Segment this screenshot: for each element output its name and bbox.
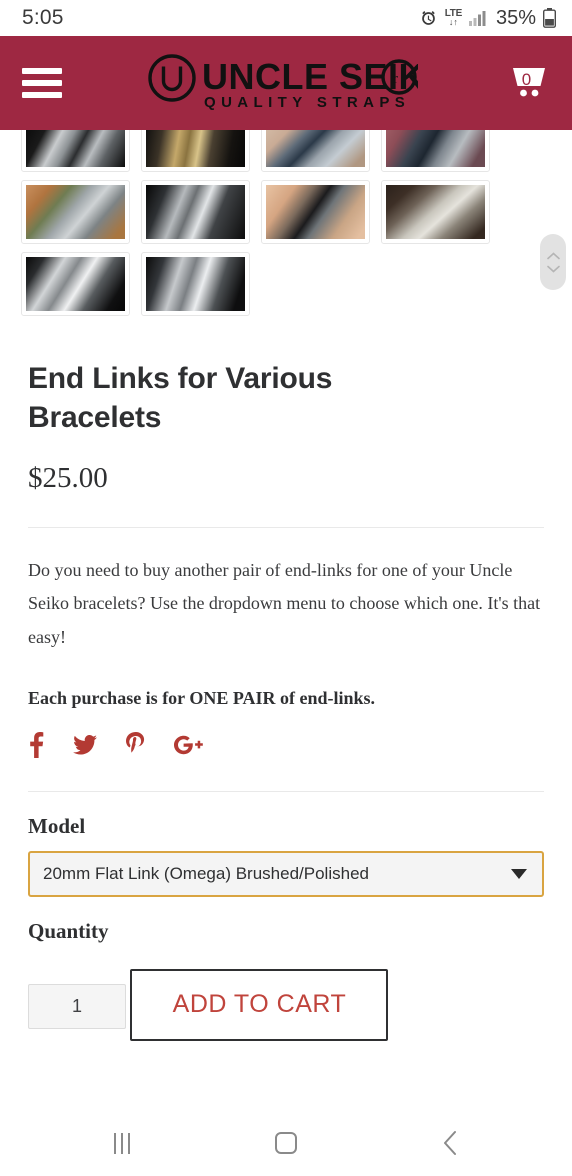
alarm-icon xyxy=(419,9,438,28)
thumbnail-image xyxy=(386,185,485,239)
thumbnail-item[interactable] xyxy=(261,180,370,244)
social-share-row xyxy=(28,731,544,759)
hamburger-bar xyxy=(22,68,62,74)
thumbnail-item[interactable] xyxy=(21,252,130,316)
thumbnail-image xyxy=(26,257,125,311)
quantity-input[interactable] xyxy=(28,984,126,1030)
chevron-down-icon[interactable] xyxy=(546,265,560,273)
site-header: UNCLE SEIK r QUALITY STRAPS 0 xyxy=(0,36,572,130)
back-chevron-icon xyxy=(442,1130,458,1156)
add-to-cart-button[interactable]: ADD TO CART xyxy=(130,968,389,1041)
scroll-widget[interactable] xyxy=(540,234,566,290)
model-select-wrapper: 20mm Flat Link (Omega) Brushed/Polished xyxy=(28,850,544,897)
thumbnail-image xyxy=(26,130,125,167)
divider xyxy=(28,790,544,792)
svg-text:UNCLE SEIK: UNCLE SEIK xyxy=(202,56,418,97)
thumbnail-item[interactable] xyxy=(21,130,130,172)
home-icon xyxy=(275,1132,297,1154)
model-label: Model xyxy=(28,813,86,838)
thumbnail-image xyxy=(146,257,245,311)
product-thumbnail-grid xyxy=(0,130,572,316)
pinterest-icon[interactable] xyxy=(126,732,145,757)
thumbnail-image xyxy=(26,185,125,239)
product-details: End Links for Various Bracelets $25.00 D… xyxy=(0,359,572,1041)
menu-hamburger-icon[interactable] xyxy=(22,68,62,98)
thumbnail-item[interactable] xyxy=(21,180,130,244)
thumbnail-image xyxy=(386,130,485,167)
chevron-up-icon[interactable] xyxy=(546,251,560,260)
thumbnail-image xyxy=(146,130,245,167)
nav-recents-button[interactable] xyxy=(82,1132,162,1154)
nav-home-button[interactable] xyxy=(246,1132,326,1154)
svg-text:r: r xyxy=(393,71,398,87)
twitter-icon[interactable] xyxy=(73,734,97,755)
android-nav-bar xyxy=(0,1110,572,1176)
thumbnail-item[interactable] xyxy=(141,252,250,316)
lte-icon: LTE ↓↑ xyxy=(444,8,463,27)
product-price: $25.00 xyxy=(28,462,108,494)
google-plus-icon[interactable] xyxy=(174,735,204,755)
cart-button[interactable]: 0 xyxy=(502,63,550,104)
recents-icon xyxy=(114,1132,130,1154)
status-indicators: LTE ↓↑ 35% xyxy=(419,7,556,30)
status-time: 5:05 xyxy=(22,6,64,29)
thumbnail-item[interactable] xyxy=(261,130,370,172)
svg-text:QUALITY STRAPS: QUALITY STRAPS xyxy=(204,94,410,111)
thumbnail-item[interactable] xyxy=(381,130,490,172)
battery-percent: 35% xyxy=(495,6,536,29)
thumbnail-item[interactable] xyxy=(141,180,250,244)
model-select[interactable]: 20mm Flat Link (Omega) Brushed/Polished xyxy=(28,850,544,897)
thumbnail-image xyxy=(146,185,245,239)
battery-icon xyxy=(543,8,556,28)
product-title: End Links for Various Bracelets xyxy=(28,362,333,434)
cart-icon xyxy=(508,63,550,104)
page-content: End Links for Various Bracelets $25.00 D… xyxy=(0,130,572,1110)
divider xyxy=(28,527,544,528)
hamburger-bar xyxy=(22,92,62,98)
signal-bars-icon xyxy=(468,10,488,26)
thumbnail-image xyxy=(266,185,365,239)
site-logo[interactable]: UNCLE SEIK r QUALITY STRAPS xyxy=(62,54,502,112)
product-description: Do you need to buy another pair of end-l… xyxy=(28,560,541,647)
nav-back-button[interactable] xyxy=(410,1130,490,1156)
thumbnail-item[interactable] xyxy=(141,130,250,172)
quantity-label: Quantity xyxy=(28,918,109,943)
facebook-icon[interactable] xyxy=(28,731,44,758)
product-note: Each purchase is for ONE PAIR of end-lin… xyxy=(28,687,376,708)
status-bar: 5:05 LTE ↓↑ 35% xyxy=(0,0,572,36)
hamburger-bar xyxy=(22,80,62,86)
thumbnail-item[interactable] xyxy=(381,180,490,244)
thumbnail-image xyxy=(266,130,365,167)
